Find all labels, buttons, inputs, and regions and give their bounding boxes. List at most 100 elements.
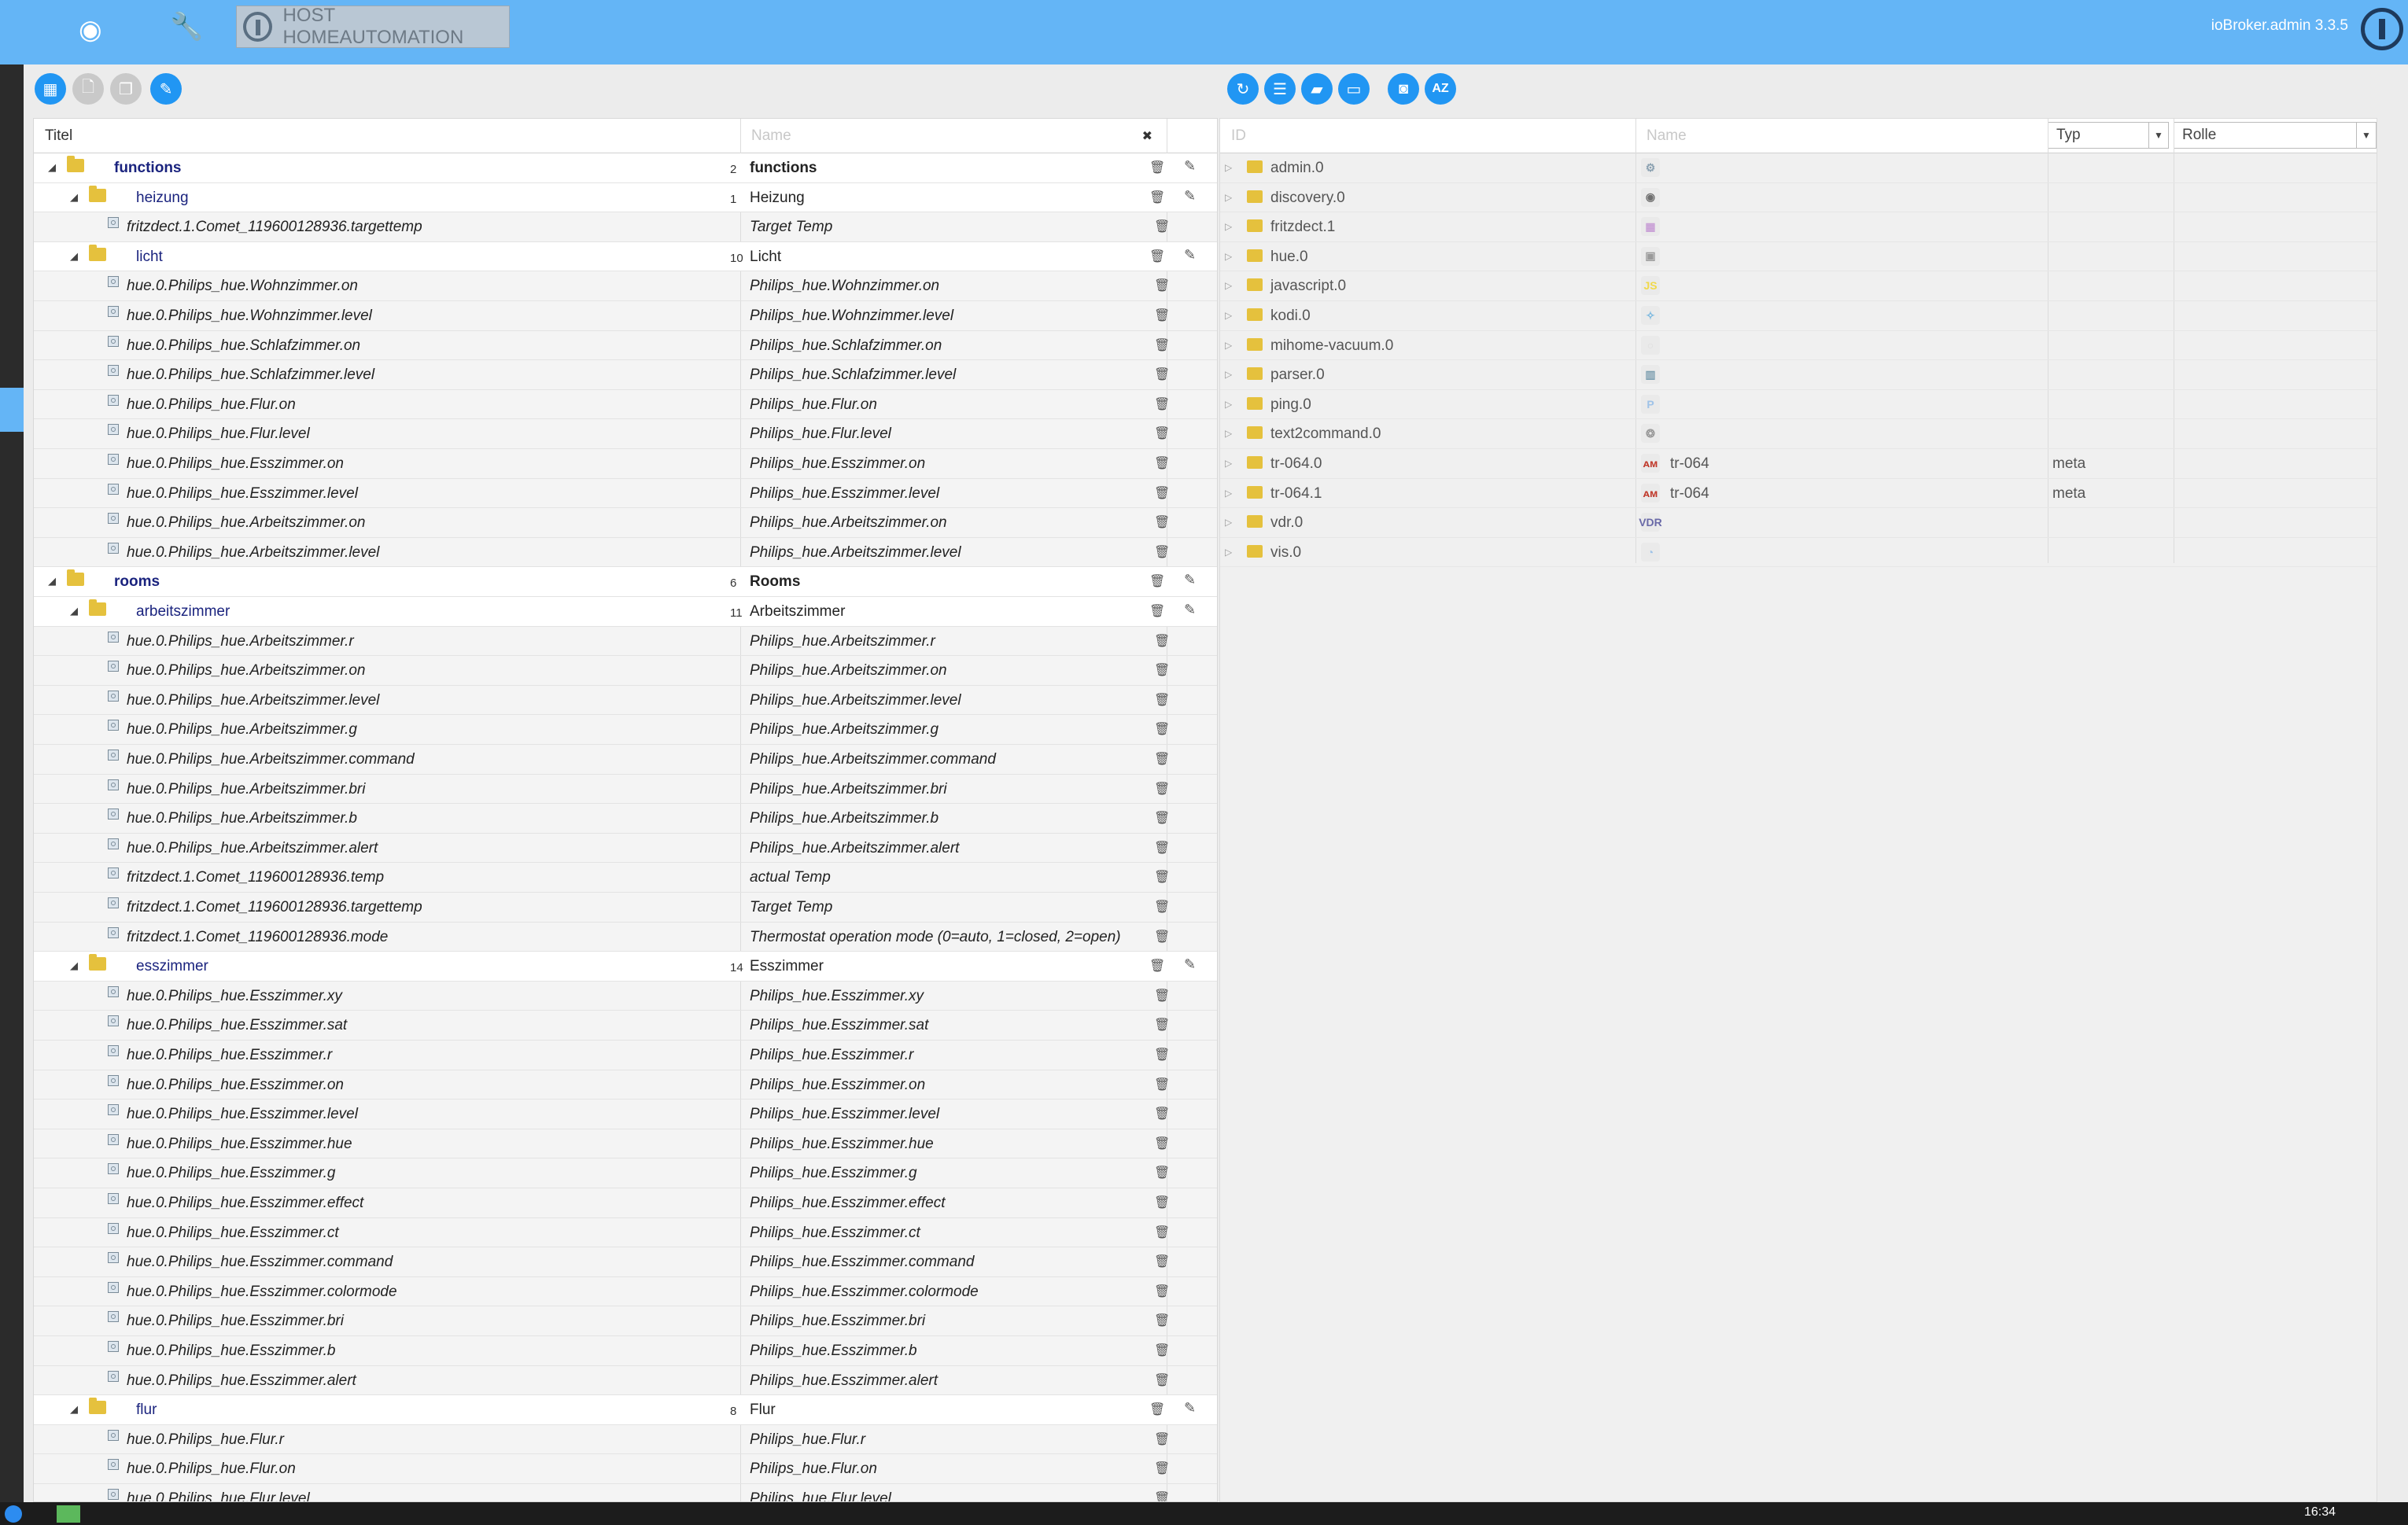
expand-toggle-icon[interactable]: ◢ <box>70 250 78 263</box>
name-filter-input[interactable]: Name ✖ <box>740 119 1167 153</box>
delete-icon[interactable]: 🗑 <box>1154 1284 1170 1299</box>
list-view-button[interactable]: ☰ <box>1264 73 1296 105</box>
delete-icon[interactable]: 🗑 <box>1149 249 1165 264</box>
rolle-select[interactable]: Rolle ▼ <box>2174 122 2377 149</box>
edit-icon[interactable]: ✎ <box>1184 1400 1196 1416</box>
object-row[interactable]: ▷ tr-064.1 ᴀᴍ tr-064 meta <box>1220 479 2377 509</box>
delete-icon[interactable]: 🗑 <box>1154 899 1170 915</box>
tree-state-row[interactable]: hue.0.Philips_hue.Esszimmer.hue Philips_h… <box>34 1129 1217 1159</box>
delete-icon[interactable]: 🗑 <box>1154 308 1170 323</box>
delete-icon[interactable]: 🗑 <box>1154 1343 1170 1358</box>
edit-icon[interactable]: ✎ <box>1184 572 1196 588</box>
tree-state-row[interactable]: hue.0.Philips_hue.Wohnzimmer.level Philip… <box>34 301 1217 331</box>
object-row[interactable]: ▷ ping.0 P <box>1220 390 2377 420</box>
tree-state-row[interactable]: fritzdect.1.Comet_119600128936.targettem… <box>34 212 1217 242</box>
delete-icon[interactable]: 🗑 <box>1154 219 1170 234</box>
delete-icon[interactable]: 🗑 <box>1154 1165 1170 1181</box>
tree-state-row[interactable]: hue.0.Philips_hue.Arbeitszimmer.bri Phili… <box>34 775 1217 805</box>
delete-icon[interactable]: 🗑 <box>1154 367 1170 382</box>
object-row[interactable]: ▷ parser.0 ▥ <box>1220 360 2377 390</box>
delete-icon[interactable]: 🗑 <box>1154 1136 1170 1151</box>
expand-toggle-icon[interactable]: ▷ <box>1225 399 1232 410</box>
tree-state-row[interactable]: hue.0.Philips_hue.Flur.level Philips_hue.… <box>34 1484 1217 1501</box>
delete-icon[interactable]: 🗑 <box>1149 958 1165 974</box>
tree-state-row[interactable]: hue.0.Philips_hue.Schlafzimmer.level Phil… <box>34 360 1217 390</box>
tree-group-row[interactable]: ◢ heizung 1 Heizung 🗑 ✎ <box>34 182 1217 213</box>
start-icon[interactable] <box>5 1505 22 1523</box>
tree-state-row[interactable]: hue.0.Philips_hue.Esszimmer.level Philips… <box>34 1100 1217 1129</box>
delete-icon[interactable]: 🗑 <box>1154 1313 1170 1328</box>
delete-icon[interactable]: 🗑 <box>1154 662 1170 678</box>
delete-icon[interactable]: 🗑 <box>1154 988 1170 1004</box>
tree-state-row[interactable]: hue.0.Philips_hue.Esszimmer.bri Philips_h… <box>34 1306 1217 1336</box>
expand-toggle-icon[interactable]: ▷ <box>1225 251 1232 262</box>
tree-group-row[interactable]: ◢ licht 10 Licht 🗑 ✎ <box>34 241 1217 272</box>
object-row[interactable]: ▷ javascript.0 JS <box>1220 271 2377 301</box>
clear-filter-icon[interactable]: ✖ <box>1142 128 1152 144</box>
delete-icon[interactable]: 🗑 <box>1154 455 1170 471</box>
delete-icon[interactable]: 🗑 <box>1154 278 1170 293</box>
expand-toggle-icon[interactable]: ▷ <box>1225 340 1232 351</box>
expand-toggle-icon[interactable]: ▷ <box>1225 369 1232 380</box>
expand-toggle-icon[interactable]: ▷ <box>1225 517 1232 528</box>
tree-state-row[interactable]: hue.0.Philips_hue.Arbeitszimmer.r Philips… <box>34 627 1217 657</box>
delete-icon[interactable]: 🗑 <box>1149 160 1165 175</box>
tree-state-row[interactable]: hue.0.Philips_hue.Esszimmer.effect Philip… <box>34 1188 1217 1218</box>
tree-state-row[interactable]: hue.0.Philips_hue.Esszimmer.xy Philips_hu… <box>34 982 1217 1011</box>
tree-state-row[interactable]: hue.0.Philips_hue.Esszimmer.b Philips_hue… <box>34 1336 1217 1366</box>
delete-icon[interactable]: 🗑 <box>1154 1047 1170 1063</box>
edit-icon[interactable]: ✎ <box>1184 247 1196 263</box>
tree-state-row[interactable]: hue.0.Philips_hue.Esszimmer.sat Philips_h… <box>34 1011 1217 1041</box>
tree-state-row[interactable]: hue.0.Philips_hue.Esszimmer.alert Philips… <box>34 1366 1217 1396</box>
object-row[interactable]: ▷ vdr.0 VDR <box>1220 508 2377 538</box>
tree-state-row[interactable]: hue.0.Philips_hue.Esszimmer.level Philips… <box>34 479 1217 509</box>
name-filter-input-right[interactable]: Name <box>1635 119 2048 153</box>
tree-group-row[interactable]: ◢ functions 2 functions 🗑 ✎ <box>34 153 1217 183</box>
tree-state-row[interactable]: hue.0.Philips_hue.Esszimmer.ct Philips_hu… <box>34 1218 1217 1248</box>
wrench-icon[interactable]: 🔧 <box>170 11 203 42</box>
delete-icon[interactable]: 🗑 <box>1149 1402 1165 1417</box>
tree-state-row[interactable]: hue.0.Philips_hue.Esszimmer.command Phili… <box>34 1247 1217 1277</box>
delete-icon[interactable]: 🗑 <box>1154 721 1170 737</box>
eye-icon[interactable]: ◉ <box>79 14 102 46</box>
expand-toggle-icon[interactable]: ▷ <box>1225 221 1232 232</box>
typ-select[interactable]: Typ ▼ <box>2048 122 2169 149</box>
expand-toggle-icon[interactable]: ▷ <box>1225 547 1232 558</box>
expand-toggle-icon[interactable]: ▷ <box>1225 428 1232 439</box>
tree-state-row[interactable]: hue.0.Philips_hue.Arbeitszimmer.command P… <box>34 745 1217 775</box>
refresh-button[interactable]: ↻ <box>1227 73 1259 105</box>
delete-icon[interactable]: 🗑 <box>1154 633 1170 649</box>
object-row[interactable]: ▷ admin.0 ⚙ <box>1220 153 2377 183</box>
delete-icon[interactable]: 🗑 <box>1154 692 1170 708</box>
delete-icon[interactable]: 🗑 <box>1154 1225 1170 1240</box>
object-row[interactable]: ▷ tr-064.0 ᴀᴍ tr-064 meta <box>1220 449 2377 479</box>
delete-icon[interactable]: 🗑 <box>1154 514 1170 530</box>
tree-state-row[interactable]: hue.0.Philips_hue.Flur.r Philips_hue.Flur… <box>34 1425 1217 1455</box>
edit-icon[interactable]: ✎ <box>1184 602 1196 618</box>
expand-toggle-icon[interactable]: ▷ <box>1225 488 1232 499</box>
tree-state-row[interactable]: hue.0.Philips_hue.Esszimmer.on Philips_hu… <box>34 1070 1217 1100</box>
tree-group-row[interactable]: ◢ arbeitszimmer 11 Arbeitszimmer 🗑 ✎ <box>34 597 1217 627</box>
id-filter-input[interactable]: ID <box>1220 119 1635 153</box>
tree-state-row[interactable]: hue.0.Philips_hue.Arbeitszimmer.on Philip… <box>34 508 1217 538</box>
tree-state-row[interactable]: hue.0.Philips_hue.Flur.on Philips_hue.Flu… <box>34 390 1217 420</box>
expand-toggle-icon[interactable]: ◢ <box>48 161 56 174</box>
tree-state-row[interactable]: hue.0.Philips_hue.Flur.level Philips_hue.… <box>34 419 1217 449</box>
tree-state-row[interactable]: fritzdect.1.Comet_119600128936.temp actua… <box>34 863 1217 893</box>
tree-state-row[interactable]: hue.0.Philips_hue.Arbeitszimmer.level Phi… <box>34 686 1217 716</box>
tree-state-row[interactable]: hue.0.Philips_hue.Flur.on Philips_hue.Flu… <box>34 1454 1217 1484</box>
expand-toggle-icon[interactable]: ◢ <box>70 191 78 204</box>
delete-icon[interactable]: 🗑 <box>1154 1372 1170 1388</box>
tree-state-row[interactable]: hue.0.Philips_hue.Esszimmer.g Philips_hue… <box>34 1158 1217 1188</box>
delete-icon[interactable]: 🗑 <box>1154 840 1170 856</box>
delete-icon[interactable]: 🗑 <box>1149 573 1165 589</box>
tree-group-row[interactable]: ◢ rooms 6 Rooms 🗑 ✎ <box>34 567 1217 597</box>
delete-icon[interactable]: 🗑 <box>1154 1106 1170 1122</box>
tree-state-row[interactable]: hue.0.Philips_hue.Esszimmer.r Philips_hue… <box>34 1041 1217 1070</box>
sort-az-button[interactable]: AZ <box>1425 73 1456 105</box>
delete-icon[interactable]: 🗑 <box>1154 396 1170 412</box>
delete-icon[interactable]: 🗑 <box>1154 751 1170 767</box>
tree-state-row[interactable]: hue.0.Philips_hue.Esszimmer.on Philips_hu… <box>34 449 1217 479</box>
delete-icon[interactable]: 🗑 <box>1154 1490 1170 1501</box>
tree-state-row[interactable]: fritzdect.1.Comet_119600128936.targettem… <box>34 893 1217 923</box>
